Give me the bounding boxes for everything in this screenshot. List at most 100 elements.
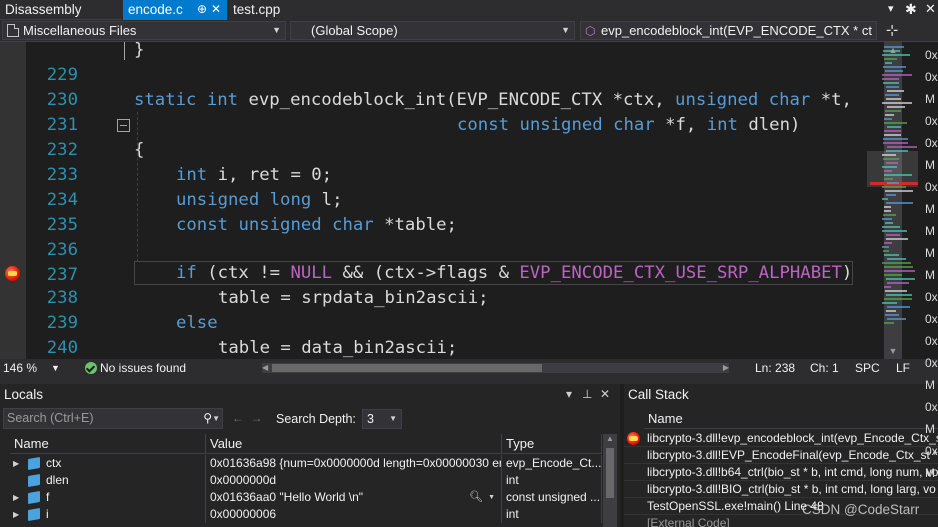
keyword: char [332, 215, 374, 235]
expand-arrow-icon[interactable]: ▶ [10, 489, 24, 506]
search-input[interactable]: Search (Ctrl+E) ⚲ ▼ [3, 408, 223, 429]
minimap-line [884, 178, 893, 180]
code-text: *f, [665, 115, 697, 135]
chevron-down-icon: ▼ [389, 414, 397, 423]
minimap-line [884, 206, 891, 208]
line-indicator[interactable]: Ln: 238 [755, 359, 795, 377]
clipped-text: M [925, 268, 935, 282]
close-icon[interactable]: ✕ [211, 0, 221, 19]
variable-name: f [46, 490, 50, 504]
issues-status[interactable]: No issues found [100, 359, 186, 377]
locals-scrollbar[interactable]: ▲ [603, 434, 617, 527]
code-line: 233 { [0, 138, 867, 185]
minimap-line [884, 170, 892, 172]
code-line: 234 int i, ret = 0; [0, 163, 867, 210]
table-row[interactable]: ▶ i 0x00000006 int [0, 506, 602, 523]
minimap-line [887, 258, 906, 260]
minimap-line [882, 154, 896, 156]
variable-value[interactable]: 0x00000006 [206, 506, 502, 523]
clipped-text: M [925, 224, 935, 238]
horizontal-scrollbar[interactable]: ◀ ▶ [262, 363, 729, 373]
expand-arrow-icon[interactable]: ▶ [10, 455, 24, 472]
table-row[interactable]: ▶ f 0x01636aa0 "Hello World \n" 🔍︎ ▼ const… [0, 489, 602, 506]
tab-encode-c[interactable]: encode.c ⊕ ✕ [123, 0, 227, 20]
minimap-line [884, 58, 897, 60]
minimap-line [884, 122, 907, 124]
pin-icon[interactable]: ⊕ [197, 0, 207, 19]
call-stack-frame[interactable]: libcrypto-3.dll!BIO_ctrl(bio_st * b, int… [624, 481, 938, 498]
chevron-down-icon: ▼ [272, 25, 281, 35]
keyword: unsigned [238, 215, 322, 235]
table-row[interactable]: ▶ ctx 0x01636a98 {num=0x0000000d length=… [0, 455, 602, 472]
search-depth-dropdown[interactable]: 3 ▼ [362, 409, 402, 429]
scroll-thumb[interactable] [272, 364, 542, 372]
visualizer-magnifier-icon[interactable]: 🔍︎ [469, 489, 483, 506]
function-dropdown[interactable]: ⬡ evp_encodeblock_int(EVP_ENCODE_CTX * c… [580, 21, 877, 40]
minimap-line [885, 314, 899, 316]
code-line: 236 const unsigned char *table; [0, 213, 867, 260]
minimap-line [885, 290, 907, 292]
chevron-down-icon[interactable]: ▼ [488, 489, 495, 506]
tab-disassembly[interactable]: Disassembly [0, 0, 122, 20]
minimap-line [886, 238, 908, 240]
scroll-up-icon[interactable]: ▲ [606, 434, 614, 443]
zoom-dropdown[interactable]: 146 % ▼ [3, 359, 60, 377]
document-tab-bar: Disassembly encode.c ⊕ ✕ test.cpp ▾ ✱ ✕ [0, 0, 938, 20]
scroll-down-icon[interactable]: ▼ [884, 343, 902, 359]
column-header-value[interactable]: Value [206, 434, 502, 454]
scroll-right-icon[interactable]: ▶ [723, 359, 729, 377]
minimap-line [882, 302, 897, 304]
variable-type: int [502, 472, 602, 489]
minimap-line [886, 278, 915, 280]
code-line: 241 table = data_bin2ascii; [0, 336, 867, 359]
panel-divider[interactable] [0, 377, 938, 384]
column-indicator[interactable]: Ch: 1 [810, 359, 839, 377]
code-editor[interactable]: 229 } 230 231 static int evp_encodeblock… [0, 42, 867, 359]
split-editor-icon[interactable]: ⊹ [881, 22, 903, 40]
minimap-line [884, 266, 913, 268]
minimap-line [884, 118, 892, 120]
frame-text: [External Code] [647, 516, 730, 527]
tab-test-cpp[interactable]: test.cpp [228, 0, 308, 20]
minimap-line [883, 142, 908, 144]
search-icon[interactable]: ⚲ [203, 409, 212, 428]
scroll-thumb[interactable] [606, 448, 614, 498]
table-row[interactable]: dlen 0x0000000d int [0, 472, 602, 489]
pin-icon[interactable]: ⊥ [582, 387, 592, 401]
call-stack-frame[interactable]: libcrypto-3.dll!b64_ctrl(bio_st * b, int… [624, 464, 938, 481]
minimap-line [887, 282, 909, 284]
column-header-type[interactable]: Type [502, 434, 602, 454]
minimap-line [884, 174, 912, 176]
scope-label: (Global Scope) [311, 23, 398, 38]
variable-value[interactable]: 0x01636a98 {num=0x0000000d length=0x0000… [206, 455, 502, 472]
chevron-down-icon[interactable]: ▼ [212, 409, 220, 428]
search-nav-arrows-icon[interactable]: ← → [232, 411, 263, 425]
column-header-name[interactable]: Name [644, 409, 938, 429]
call-stack-frame[interactable]: libcrypto-3.dll!EVP_EncodeFinal(evp_Enco… [624, 447, 938, 464]
keyword: int [206, 90, 239, 110]
column-header-name[interactable]: Name [10, 434, 206, 454]
window-dropdown-icon[interactable]: ▾ [566, 387, 572, 401]
keyword: unsigned [519, 115, 603, 135]
keyword: const [176, 215, 229, 235]
scroll-left-icon[interactable]: ◀ [262, 359, 268, 377]
minimap-line [882, 78, 899, 80]
variable-value[interactable]: 0x0000000d [206, 472, 502, 489]
minimap-line [884, 242, 892, 244]
minimap-line [887, 106, 905, 108]
tab-list-dropdown-icon[interactable]: ▾ [888, 2, 900, 16]
zoom-label: 146 % [3, 361, 38, 375]
expand-arrow-icon[interactable]: ▶ [10, 506, 24, 523]
code-text: *table; [384, 215, 457, 235]
scope-dropdown[interactable]: (Global Scope) ▼ [290, 21, 575, 40]
project-dropdown[interactable]: Miscellaneous Files ▼ [2, 21, 286, 40]
current-frame-icon [627, 432, 640, 445]
variable-value-cell[interactable]: 0x01636aa0 "Hello World \n" 🔍︎ ▼ [206, 489, 502, 506]
close-icon[interactable]: ✕ [600, 387, 610, 401]
call-stack-frame-current[interactable]: libcrypto-3.dll!evp_encodeblock_int(evp_… [624, 430, 938, 447]
gear-icon[interactable]: ✱ [905, 1, 919, 17]
whitespace-indicator[interactable]: SPC [855, 359, 880, 377]
minimap-line [886, 86, 899, 88]
line-ending-indicator[interactable]: LF [896, 359, 910, 377]
close-window-icon[interactable]: ✕ [925, 1, 937, 17]
